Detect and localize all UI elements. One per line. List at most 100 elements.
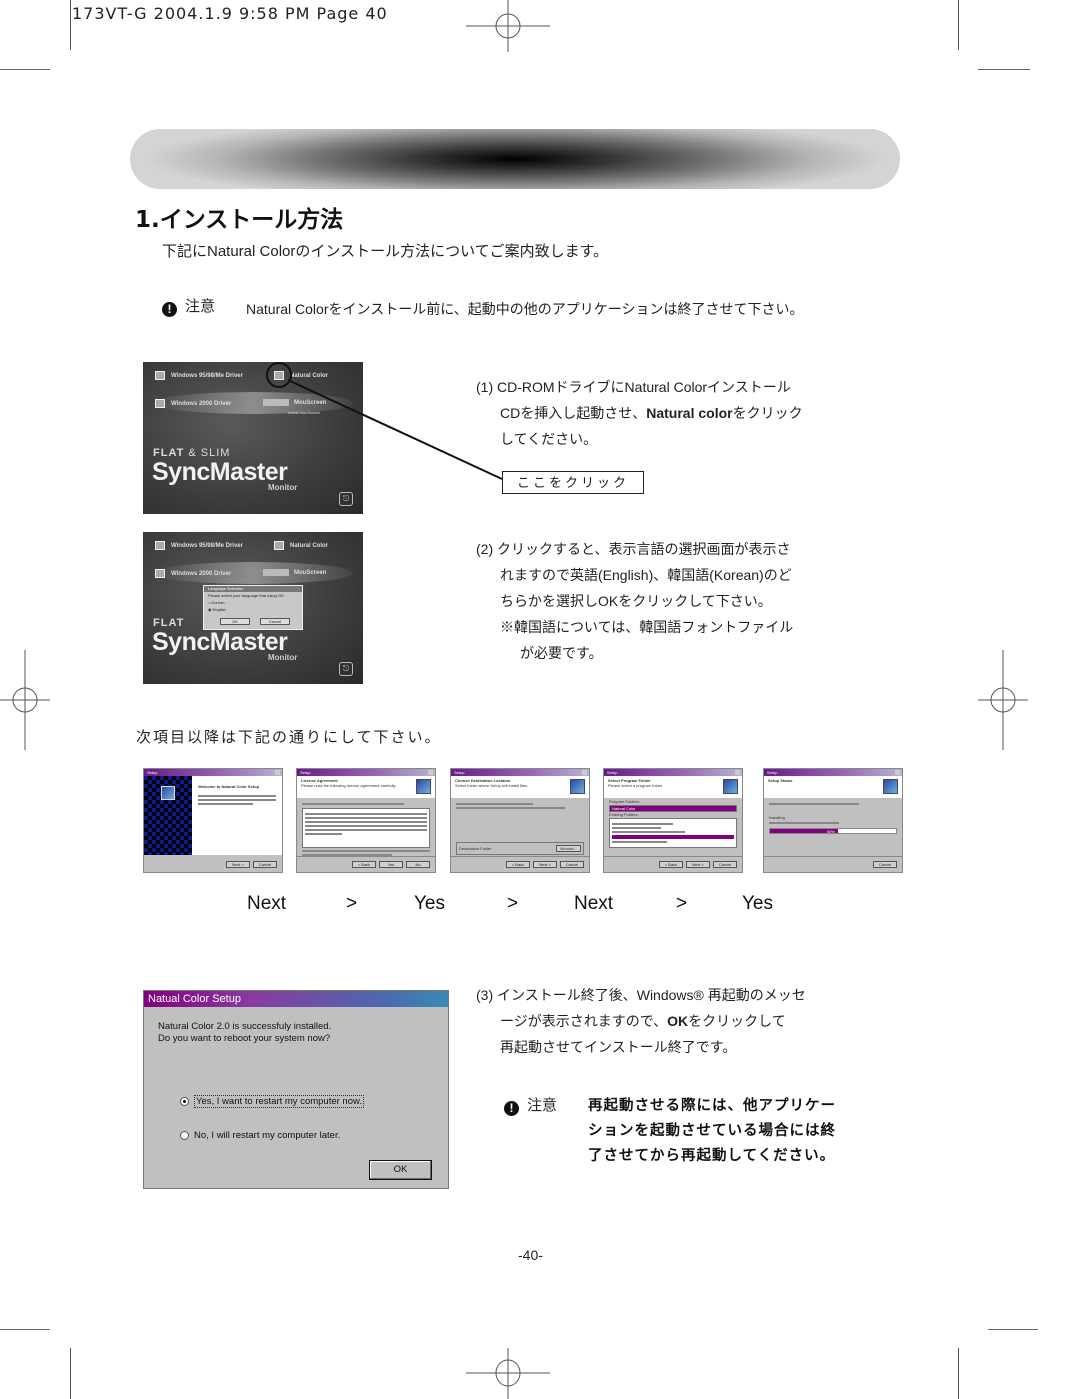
setup-icon [570,779,585,794]
radio-unselected-icon [180,1131,189,1140]
section-banner [130,129,900,189]
wizard-titlebar: Setup [451,769,589,776]
wizard-cancel-button: Cancel [873,861,897,868]
close-icon [735,770,740,775]
wizard-yes-button: Yes [379,861,403,868]
crop-mark [958,1348,959,1399]
menu-mouscreen: MouScreen [263,569,326,576]
wizard-program-folder-screenshot: Setup Select Program Folder Please select… [603,768,743,873]
existing-folders-list [609,818,737,848]
flow-step-yes-2: Yes [742,893,773,914]
monitor-logo: Monitor [268,483,298,492]
option-english: ◉ English [208,607,226,612]
natural-color-icon [274,541,284,550]
wizard-cancel-button: Cancel [713,861,737,868]
menu-driver-9x: Windows 95/98/Me Driver [155,371,243,380]
menu-natural-color: Natural Color [274,541,328,550]
registration-mark-icon [466,1348,550,1399]
menu-driver-2000: Windows 2000 Driver [155,399,231,408]
close-icon [582,770,587,775]
registration-mark-icon [466,0,550,52]
caution-text-2: 再起動させる際には、他アプリケー ションを起動させている場合には終 了させてから… [588,1098,836,1164]
wizard-header: Setup Status [764,776,902,798]
exclamation-icon: ! [504,1101,519,1116]
page-title: 1.インストール方法 [135,207,344,233]
mouscreen-button [263,569,289,576]
wizard-header: License Agreement Please read the followi… [297,776,435,798]
caution-label: 注意 [185,298,216,315]
wizard-next-button: Next > [226,861,250,868]
wizard-side-image [144,776,192,855]
crop-mark [958,0,959,50]
setup-icon [416,779,431,794]
step-3: (3) インストール終了後、Windows® 再起動のメッセ ージが表示されます… [476,987,806,1055]
click-here-callout: ここをクリック [502,471,644,494]
crop-mark [0,1329,50,1330]
dialog-ok-button: OK [220,618,250,625]
dialog-cancel-button: Cancel [260,618,290,625]
radio-restart-now: Yes, I want to restart my computer now. [180,1095,364,1108]
exclamation-icon: ! [162,302,177,317]
language-dialog: Language Selection Please select your la… [203,585,303,630]
crop-mark [988,1329,1038,1330]
intro-text: 下記にNatural Colorのインストール方法についてご案内致します。 [162,243,609,260]
setup-icon [883,779,898,794]
callout-line [287,379,503,480]
caution-text: Natural Colorをインストール前に、起動中の他のアプリケーションは終了… [246,301,804,317]
wizard-header: Select Program Folder Please select a pro… [604,776,742,798]
install-progress-bar: 54% [769,828,897,834]
program-folder-field: Natural Color [609,805,737,812]
radio-selected-icon [180,1097,189,1106]
driver-icon [155,399,165,408]
wizard-back-button: < Back [506,861,530,868]
setup-icon [161,786,175,800]
flow-step-next-1: Next [247,893,287,914]
step-1: (1) CD-ROMドライブにNatural Colorインストール CDを挿入… [476,379,803,447]
license-textbox [302,808,430,848]
flow-step-yes-1: Yes [414,893,445,914]
wizard-back-button: < Back [659,861,683,868]
dialog-ok-button: OK [369,1160,432,1180]
reboot-dialog-screenshot: Natual Color Setup Natural Color 2.0 is … [143,990,449,1189]
flow-arrow: > [676,893,688,914]
monitor-logo: Monitor [268,653,298,662]
caution-header-2: ! 注意 [504,1094,557,1116]
menu-driver-2000: Windows 2000 Driver [155,569,231,578]
exit-icon: ⎋ [339,492,353,506]
page-number: -40- [518,1247,543,1263]
registration-mark-icon [0,650,50,750]
flow-step-next-2: Next [574,893,614,914]
wizard-titlebar: Setup [144,769,282,776]
crop-mark [978,69,1030,70]
wizard-next-button: Next > [533,861,557,868]
close-icon [428,770,433,775]
language-selection-screenshot: Windows 95/98/Me Driver Natural Color Wi… [143,532,363,684]
driver-icon [155,371,165,380]
driver-icon [155,569,165,578]
step-2: (2) クリックすると、表示言語の選択画面が表示さ れますので英語(Englis… [476,541,794,661]
crop-mark [70,1348,71,1399]
flow-arrow: > [507,893,519,914]
dialog-titlebar: Natual Color Setup [144,991,448,1007]
crop-mark [70,0,71,50]
exit-icon: ⎋ [339,662,353,676]
wizard-no-button: No [406,861,430,868]
wizard-cancel-button: Cancel [560,861,584,868]
setup-icon [723,779,738,794]
flow-arrow: > [346,893,358,914]
wizard-license-screenshot: Setup License Agreement Please read the f… [296,768,436,873]
wizard-content: Welcome to Natural Color Setup [192,776,282,855]
menu-driver-9x: Windows 95/98/Me Driver [155,541,243,550]
radio-restart-later: No, I will restart my computer later. [180,1130,340,1141]
next-section-text: 次項目以降は下記の通りにして下さい。 [136,729,442,746]
close-icon [895,770,900,775]
wizard-titlebar: Setup [297,769,435,776]
registration-mark-icon [978,650,1028,750]
caution-header: ! 注意 [162,295,215,317]
progress-label: 54% [826,829,835,834]
wizard-next-button: Next > [686,861,710,868]
dialog-prompt: Please select your language that using O… [208,593,285,598]
wizard-titlebar: Setup [764,769,902,776]
wizard-header: Choose Destination Location Select folder… [451,776,589,798]
wizard-cancel-button: Cancel [253,861,277,868]
